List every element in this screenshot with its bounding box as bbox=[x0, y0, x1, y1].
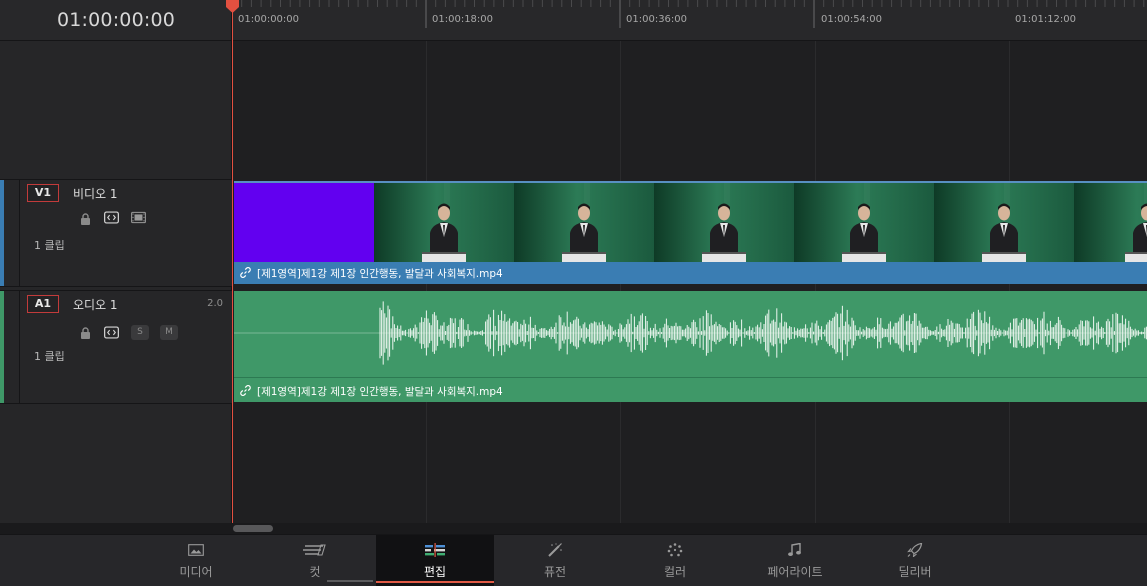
audio-track-header[interactable]: A1 오디오 1 2.0 S M 1 클립 bbox=[0, 290, 232, 404]
video-thumbnail bbox=[1074, 183, 1147, 262]
page-tab-label: 퓨전 bbox=[543, 565, 567, 579]
video-clip-label: [제1영역]제1강 제1장 인간행동, 발달과 사회복지.mp4 bbox=[240, 266, 503, 281]
timeline-ruler[interactable]: 01:00:00:00 01:00:18:00 01:00:36:00 01:0… bbox=[232, 0, 1147, 41]
color-icon bbox=[667, 543, 683, 557]
audio-clip-name: [제1영역]제1강 제1장 인간행동, 발달과 사회복지.mp4 bbox=[257, 386, 503, 398]
page-tab-label: 미디어 bbox=[179, 565, 213, 579]
page-tab-label: 컬러 bbox=[663, 565, 687, 579]
audio-clip-label: [제1영역]제1강 제1장 인간행동, 발달과 사회복지.mp4 bbox=[240, 384, 503, 399]
cut-tab-underline bbox=[327, 580, 373, 582]
video-thumbnail bbox=[794, 183, 934, 262]
track-tag-a1[interactable]: A1 bbox=[27, 295, 59, 313]
page-tab-edit[interactable]: 편집 bbox=[376, 535, 494, 586]
playhead-line[interactable] bbox=[232, 0, 233, 523]
audio-waveform bbox=[234, 301, 1147, 365]
video-thumbnail bbox=[234, 183, 374, 262]
page-tab-cut[interactable]: 컷 bbox=[256, 535, 374, 586]
page-tab-fairlight[interactable]: 페어라이트 bbox=[736, 535, 854, 586]
page-tab-label: 페어라이트 bbox=[767, 565, 823, 579]
video-thumbnail bbox=[514, 183, 654, 262]
link-icon bbox=[240, 267, 251, 281]
video-thumbnail bbox=[654, 183, 794, 262]
track-name[interactable]: 비디오 1 bbox=[73, 185, 118, 202]
media-icon bbox=[188, 543, 204, 557]
track-gutter bbox=[4, 180, 20, 286]
auto-select-icon[interactable] bbox=[104, 211, 119, 224]
playhead-handle[interactable] bbox=[226, 0, 239, 13]
active-tab-indicator bbox=[376, 581, 494, 583]
ruler-label: 01:00:36:00 bbox=[626, 14, 688, 25]
lock-icon[interactable] bbox=[78, 212, 93, 225]
page-tab-label: 딜리버 bbox=[898, 565, 932, 579]
page-tab-fusion[interactable]: 퓨전 bbox=[496, 535, 614, 586]
video-clip-name: [제1영역]제1강 제1장 인간행동, 발달과 사회복지.mp4 bbox=[257, 268, 503, 280]
timeline-scrollbar[interactable] bbox=[0, 523, 1147, 534]
video-track-header[interactable]: V1 비디오 1 1 클립 bbox=[0, 179, 232, 287]
film-icon[interactable] bbox=[131, 211, 146, 224]
timeline-area[interactable]: [제1영역]제1강 제1장 인간행동, 발달과 사회복지.mp4 [제1영역]제… bbox=[232, 41, 1147, 523]
clip-count: 1 클립 bbox=[34, 239, 65, 252]
ruler-ticks bbox=[232, 0, 1145, 28]
track-tag-v1[interactable]: V1 bbox=[27, 184, 59, 202]
solo-button[interactable]: S bbox=[131, 325, 149, 340]
link-icon bbox=[240, 385, 251, 399]
timecode-display[interactable]: 01:00:00:00 bbox=[0, 0, 232, 41]
track-gutter bbox=[4, 291, 20, 403]
video-thumbnail bbox=[374, 183, 514, 262]
ruler-label: 01:00:18:00 bbox=[432, 14, 494, 25]
auto-select-icon[interactable] bbox=[104, 326, 119, 339]
page-tab-color[interactable]: 컬러 bbox=[616, 535, 734, 586]
ruler-label: 01:00:54:00 bbox=[821, 14, 883, 25]
video-thumbnails bbox=[234, 183, 1147, 262]
audio-format: 2.0 bbox=[207, 298, 223, 309]
track-header-column: V1 비디오 1 1 클립 A1 오디오 1 2.0 S M 1 클립 bbox=[0, 41, 232, 523]
track-name[interactable]: 오디오 1 bbox=[73, 296, 118, 313]
edit-icon bbox=[424, 543, 446, 557]
scrollbar-thumb[interactable] bbox=[233, 525, 273, 532]
lock-icon[interactable] bbox=[78, 326, 93, 339]
mute-button[interactable]: M bbox=[160, 325, 178, 340]
ruler-label: 01:00:00:00 bbox=[238, 14, 300, 25]
clip-count: 1 클립 bbox=[34, 350, 65, 363]
audio-clip-divider bbox=[234, 377, 1147, 378]
ruler-label: 01:01:12:00 bbox=[1015, 14, 1077, 25]
page-tab-deliver[interactable]: 딜리버 bbox=[856, 535, 974, 586]
timecode-panel: 01:00:00:00 bbox=[0, 0, 232, 41]
page-tab-label: 편집 bbox=[423, 565, 447, 579]
video-thumbnail bbox=[934, 183, 1074, 262]
audio-clip[interactable]: [제1영역]제1강 제1장 인간행동, 발달과 사회복지.mp4 bbox=[234, 291, 1147, 402]
page-navigation: 미디어 컷 편집 퓨전 컬러 페어라이트 딜리버 bbox=[0, 534, 1147, 586]
video-clip[interactable]: [제1영역]제1강 제1장 인간행동, 발달과 사회복지.mp4 bbox=[234, 181, 1147, 284]
page-tab-media[interactable]: 미디어 bbox=[137, 535, 255, 586]
fairlight-icon bbox=[787, 542, 803, 557]
deliver-icon bbox=[907, 542, 923, 558]
cut-icon bbox=[303, 543, 327, 557]
fusion-icon bbox=[547, 543, 563, 557]
page-tab-label: 컷 bbox=[309, 565, 321, 579]
